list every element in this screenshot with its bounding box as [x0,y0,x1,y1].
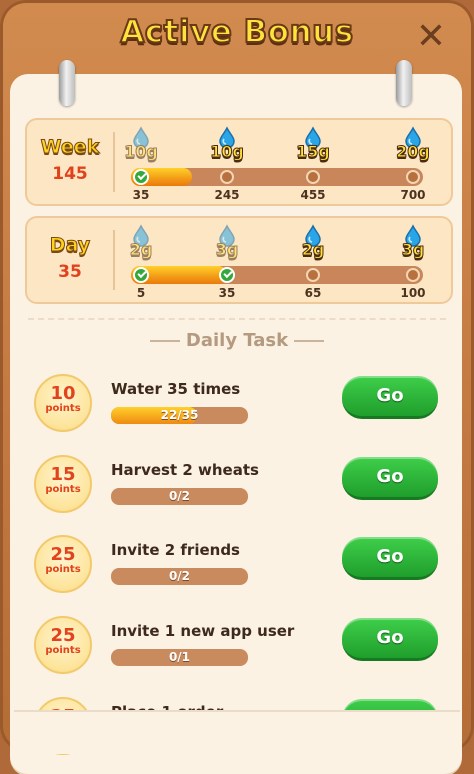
reward-amount: 10g [124,142,159,162]
daily-task-title: Daily Task [185,330,289,351]
task-progress-text: 0/2 [168,489,191,503]
go-button[interactable]: Go [342,537,438,580]
points-coin: 25points [34,616,92,674]
task-points: 10 [50,383,76,404]
week-points: 145 [52,164,88,184]
task-name: Invite 2 friends [111,541,240,559]
water-drop-icon[interactable]: 15g [293,126,333,162]
divider [113,230,115,290]
week-bonus-card: Week 145 10g 35 10g 245 15g 455 20g 700 [25,118,453,206]
milestone-threshold: 5 [136,286,146,300]
day-progress-track [131,266,423,284]
week-label: Week [40,136,100,159]
check-icon [219,267,235,283]
week-progress-track [131,168,423,186]
go-button[interactable]: Go [342,457,438,500]
day-bonus-card: Day 35 2g 5 3g 35 2g 65 3g 100 [25,216,453,304]
task-points: 25 [50,544,76,565]
milestone-threshold: 455 [300,188,326,202]
go-button[interactable]: Go [342,618,438,661]
points-unit: points [45,564,81,575]
water-drop-icon[interactable]: 3g [393,224,433,260]
milestone-node [306,268,320,282]
reward-amount: 15g [296,142,331,162]
day-label: Day [49,234,91,257]
water-drop-icon[interactable]: 20g [393,126,433,162]
milestone-threshold: 35 [218,286,236,300]
task-progress-text: 22/35 [160,408,199,422]
task-name: Invite 1 new app user [111,622,295,640]
task-name: Harvest 2 wheats [111,461,259,479]
task-progress-bar: 0/1 [111,649,248,666]
reward-amount: 20g [396,142,431,162]
milestone-threshold: 245 [214,188,240,202]
water-drop-icon[interactable]: 3g [207,224,247,260]
milestone-threshold: 700 [400,188,426,202]
panel-title: Active Bonus [119,13,354,51]
check-icon [133,267,149,283]
milestone-threshold: 65 [304,286,322,300]
calendar-page-edge [14,710,460,754]
section-divider [28,318,446,320]
check-icon [133,169,149,185]
go-button[interactable]: Go [342,376,438,419]
task-name: Water 35 times [111,380,241,398]
task-row: 10 points Water 35 times 22/35 Go [34,374,444,434]
water-drop-icon[interactable]: 10g [207,126,247,162]
divider [113,132,115,192]
task-progress-text: 0/1 [168,650,191,664]
task-progress-text: 0/2 [168,569,191,583]
binder-ring-right [396,60,412,106]
reward-amount: 3g [401,240,425,260]
points-coin: 25points [34,535,92,593]
day-points: 35 [58,262,82,282]
milestone-threshold: 35 [132,188,150,202]
points-coin: 10 points [34,374,92,432]
week-label-block: Week 145 [27,136,113,185]
task-row: 15 points Harvest 2 wheats 0/2 Go [34,455,444,515]
reward-amount: 3g [215,240,239,260]
points-unit: points [45,645,81,656]
milestone-node [406,268,420,282]
task-progress-bar: 0/2 [111,568,248,585]
task-row: 25 points Invite 2 friends 0/2 Go [34,535,444,595]
close-icon[interactable]: ✕ [414,19,448,55]
task-row: 25 points Invite 1 new app user 0/1 Go [34,616,444,676]
task-points: 25 [50,625,76,646]
task-points: 15 [50,464,76,485]
reward-amount: 10g [210,142,245,162]
reward-amount: 2g [301,240,325,260]
milestone-node [220,170,234,184]
task-progress-bar: 0/2 [111,488,248,505]
water-drop-icon[interactable]: 2g [121,224,161,260]
day-label-block: Day 35 [27,234,113,283]
points-coin: 15 points [34,455,92,513]
heading-rule-right [294,340,325,342]
milestone-threshold: 100 [400,286,426,300]
water-drop-icon[interactable]: 10g [121,126,161,162]
water-drop-icon[interactable]: 2g [293,224,333,260]
task-progress-bar: 22/35 [111,407,248,424]
daily-task-heading: Daily Task [0,330,474,351]
points-unit: points [45,403,81,414]
milestone-node [306,170,320,184]
heading-rule-left [149,340,180,342]
milestone-node [406,170,420,184]
binder-ring-left [59,60,75,106]
reward-amount: 2g [129,240,153,260]
points-unit: points [45,484,81,495]
